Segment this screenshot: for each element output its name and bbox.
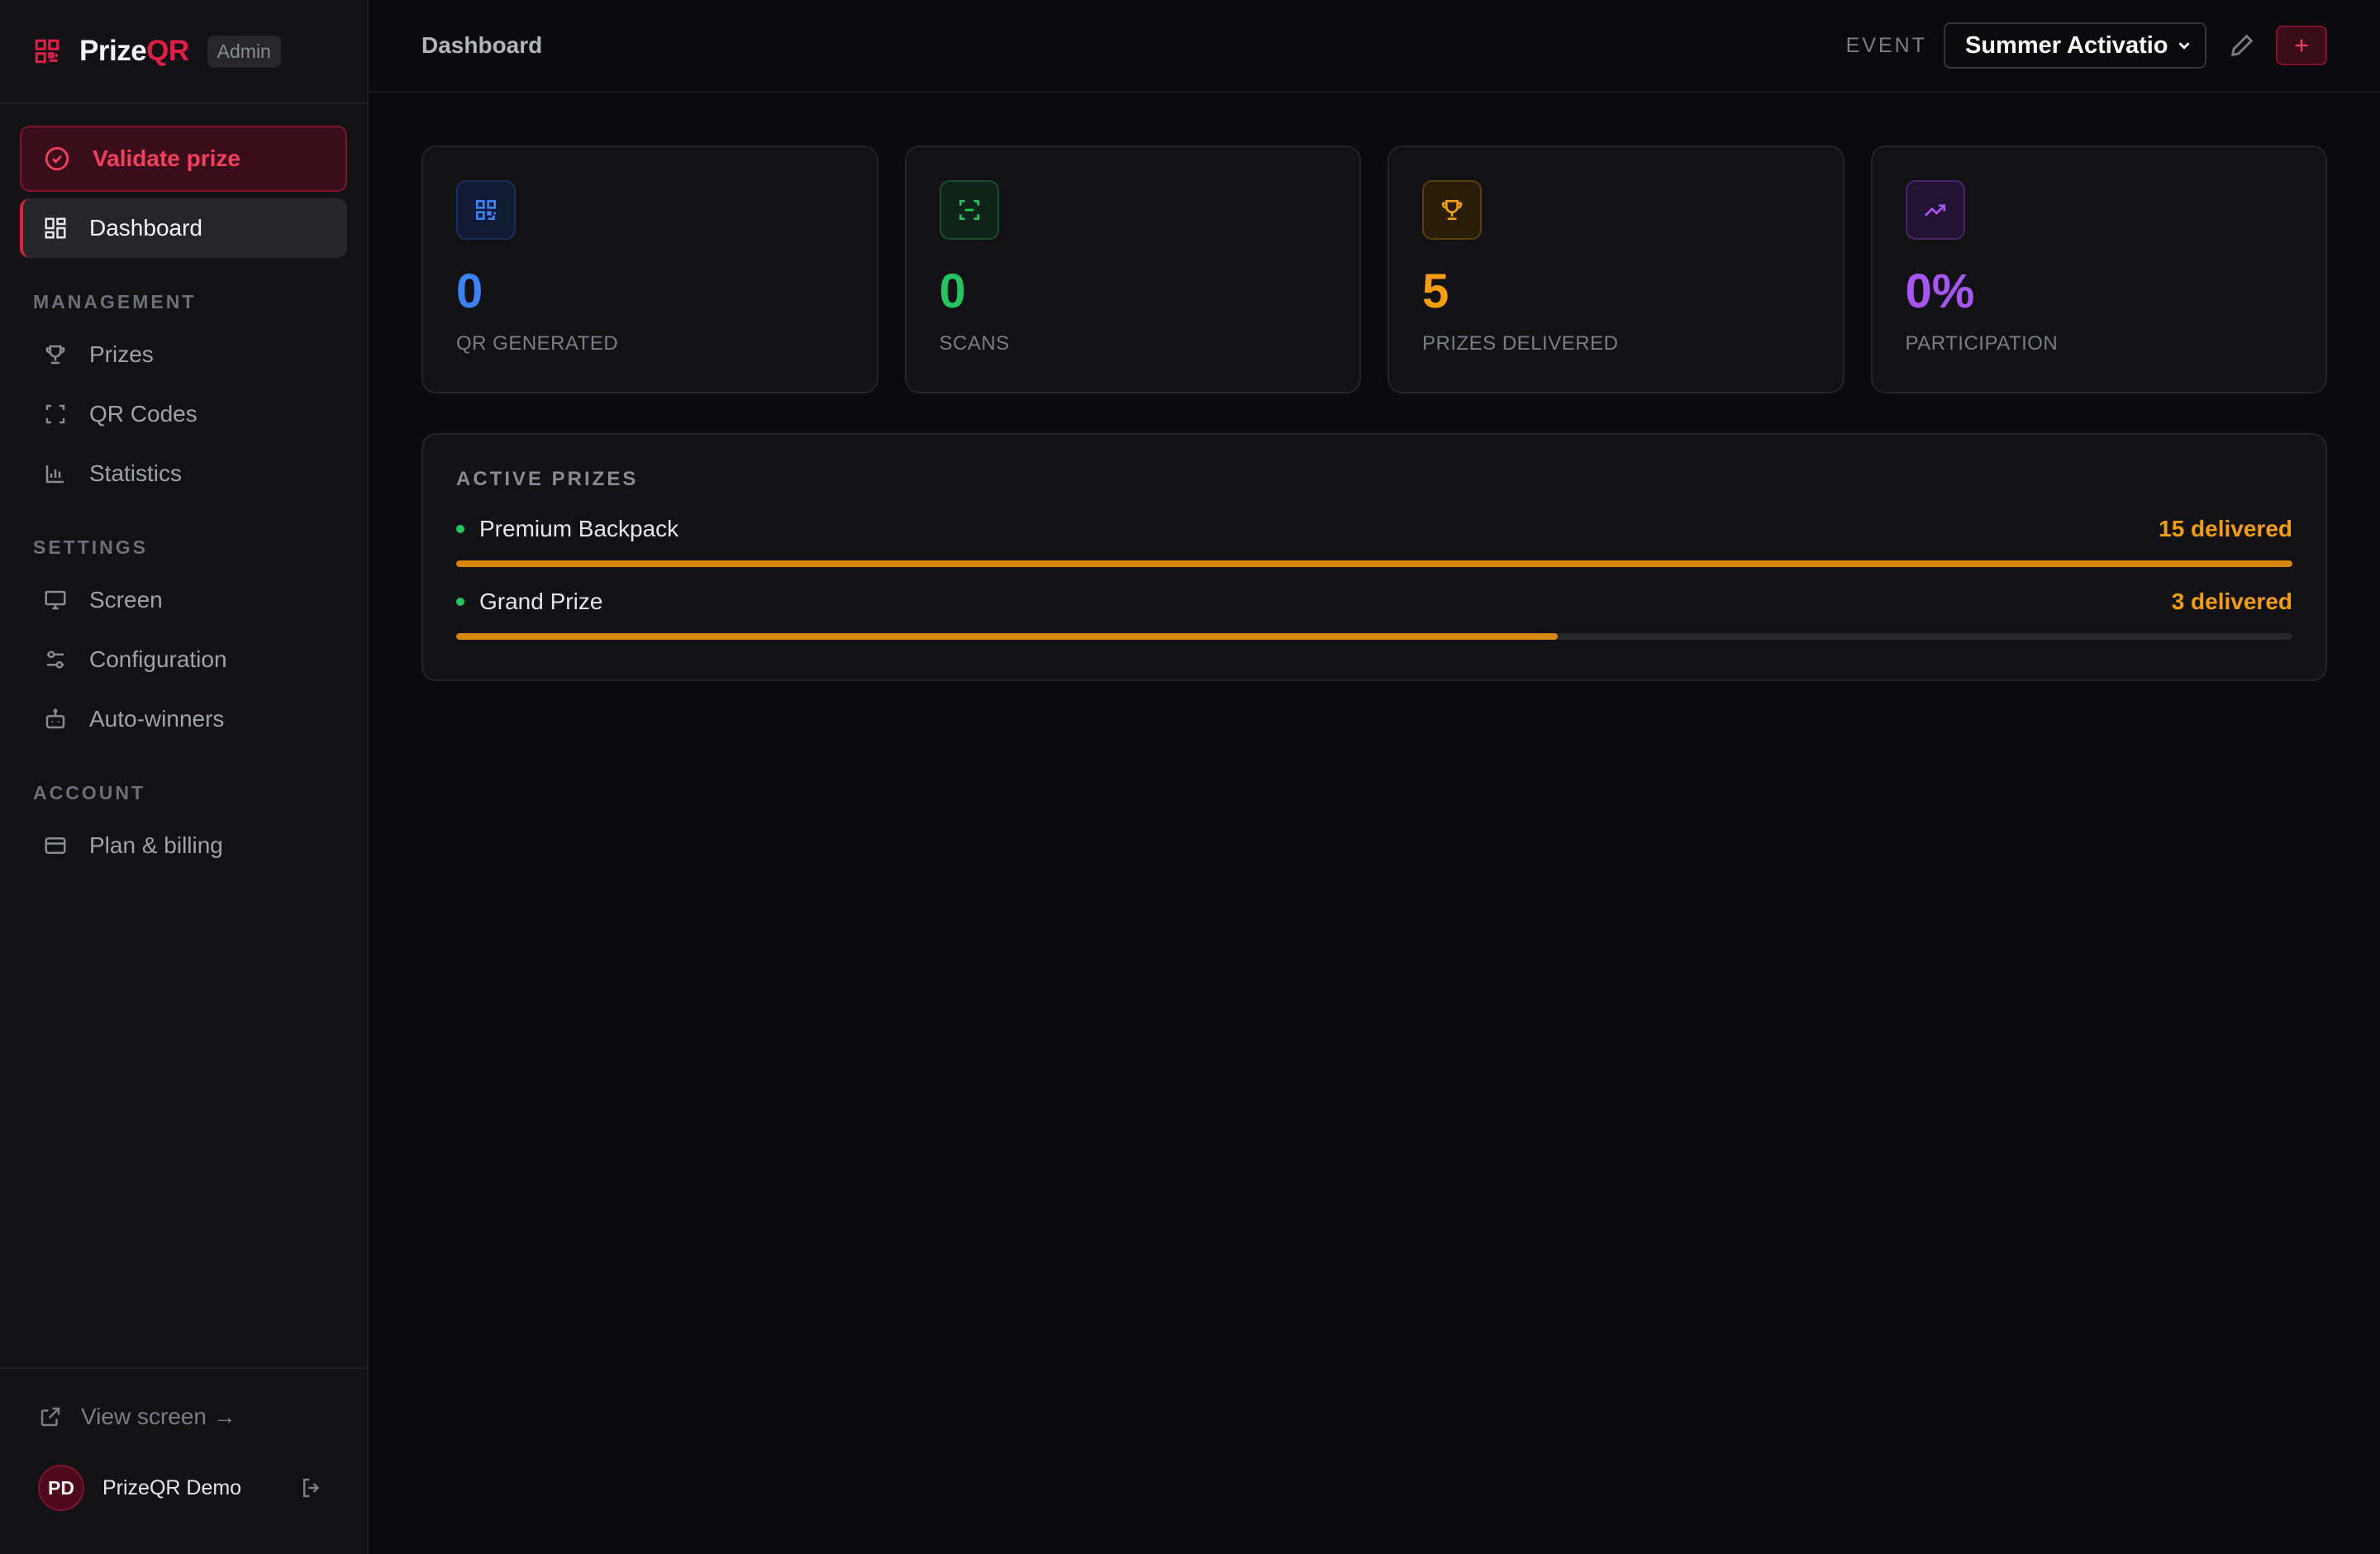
qr-icon <box>476 200 496 220</box>
dashboard-content: 0 QR GENERATED 0 SCANS 5 PRIZES DELIVERE… <box>369 93 2380 681</box>
event-select[interactable]: Summer Activation <box>1944 22 2206 69</box>
stat-card-participation: 0% PARTICIPATION <box>1870 145 2327 393</box>
stat-value: 0% <box>1905 265 1975 318</box>
brand-name: PrizeQR <box>79 35 189 67</box>
bar-chart-icon <box>45 465 64 484</box>
active-prizes-card: ACTIVE PRIZES Premium Backpack 15 delive… <box>421 433 2327 681</box>
sidebar-item-configuration[interactable]: Configuration <box>20 630 347 689</box>
sidebar-item-label: Screen <box>89 587 163 613</box>
event-select-value: Summer Activation <box>1965 31 2168 59</box>
pencil-icon[interactable] <box>2228 31 2256 60</box>
stat-icon-wrap <box>1422 180 1482 240</box>
dashboard-icon <box>45 217 66 239</box>
check-circle-icon <box>45 146 69 171</box>
monitor-icon <box>45 590 66 610</box>
progress-fill <box>456 560 2292 567</box>
sidebar-item-auto-winners[interactable]: Auto-winners <box>20 689 347 749</box>
validate-prize-label: Validate prize <box>93 145 240 171</box>
stat-card-prizes-delivered: 5 PRIZES DELIVERED <box>1388 145 1844 393</box>
sidebar-item-label: Plan & billing <box>89 832 223 858</box>
sidebar-item-qr-codes[interactable]: QR Codes <box>20 384 347 444</box>
section-label-management: MANAGEMENT <box>33 291 197 312</box>
brand: PrizeQR Admin <box>0 0 367 104</box>
main-content: Dashboard EVENT Summer Activation 0 QR G… <box>369 0 2380 1554</box>
prize-row[interactable]: Premium Backpack 15 delivered <box>456 516 2292 567</box>
sidebar-footer: View screen → PD PrizeQR Demo <box>0 1367 367 1554</box>
stat-icon-wrap <box>1905 180 1965 240</box>
credit-card-icon <box>45 837 66 854</box>
stat-value: 0 <box>456 265 483 318</box>
event-label: EVENT <box>1845 33 1927 57</box>
qr-logo-icon <box>35 39 60 64</box>
stat-value: 5 <box>1422 265 1449 318</box>
stat-label: PRIZES DELIVERED <box>1422 332 1619 355</box>
stat-icon-wrap <box>939 180 999 240</box>
user-name: PrizeQR Demo <box>102 1475 242 1499</box>
stat-card-qr-generated: 0 QR GENERATED <box>421 145 878 393</box>
status-dot <box>456 598 464 606</box>
trending-up-icon <box>1924 204 1945 217</box>
prize-row[interactable]: Grand Prize 3 delivered <box>456 589 2292 640</box>
status-dot <box>456 525 464 533</box>
sidebar-item-label: Configuration <box>89 646 227 672</box>
sidebar-item-prizes[interactable]: Prizes <box>20 325 347 384</box>
view-screen-link[interactable]: View screen → <box>38 1394 334 1440</box>
sliders-icon <box>47 651 64 669</box>
validate-prize-button[interactable]: Validate prize <box>20 126 347 192</box>
sidebar-item-label: Prizes <box>89 341 154 367</box>
chevron-down-icon <box>2178 42 2190 50</box>
prize-head: Premium Backpack 15 delivered <box>456 516 2292 542</box>
page-title: Dashboard <box>421 32 543 58</box>
sidebar-item-screen[interactable]: Screen <box>20 570 347 630</box>
sidebar-item-label: Statistics <box>89 460 183 486</box>
sidebar-item-plan-billing[interactable]: Plan & billing <box>20 816 347 875</box>
stat-icon-wrap <box>456 180 516 240</box>
sidebar: PrizeQR Admin Validate prize Dashboard M… <box>0 0 369 1554</box>
user-row: PD PrizeQR Demo <box>38 1465 334 1511</box>
scan-icon <box>45 404 65 424</box>
admin-badge: Admin <box>207 35 281 68</box>
trophy-icon <box>1441 200 1463 220</box>
section-label-settings: SETTINGS <box>33 536 149 558</box>
sidebar-item-label: Auto-winners <box>89 706 225 732</box>
trophy-icon <box>45 345 65 365</box>
sidebar-item-label: QR Codes <box>89 401 198 427</box>
sidebar-nav: Validate prize Dashboard MANAGEMENT Priz… <box>0 104 367 875</box>
prize-name: Premium Backpack <box>479 516 679 541</box>
prize-name: Grand Prize <box>479 589 603 614</box>
add-event-button[interactable] <box>2276 26 2327 65</box>
scan-icon <box>959 200 979 220</box>
external-link-icon <box>40 1407 60 1427</box>
stat-label: SCANS <box>939 332 1010 355</box>
prize-head: Grand Prize 3 delivered <box>456 589 2292 615</box>
progress-fill <box>456 633 1559 640</box>
logout-icon[interactable] <box>299 1475 324 1500</box>
avatar: PD <box>38 1465 84 1511</box>
bot-icon <box>45 708 65 729</box>
sidebar-item-label: Dashboard <box>89 215 202 241</box>
prize-delivered-count: 15 delivered <box>2159 516 2292 541</box>
progress-track <box>456 560 2292 567</box>
plus-icon <box>2295 39 2308 52</box>
prize-delivered-count: 3 delivered <box>2171 589 2292 614</box>
section-label-account: ACCOUNT <box>33 782 145 803</box>
stat-value: 0 <box>939 265 966 318</box>
sidebar-item-dashboard[interactable]: Dashboard <box>20 198 347 258</box>
active-prizes-title: ACTIVE PRIZES <box>456 468 639 490</box>
view-screen-label: View screen → <box>81 1404 236 1429</box>
stats-row: 0 QR GENERATED 0 SCANS 5 PRIZES DELIVERE… <box>421 145 2327 393</box>
stat-label: PARTICIPATION <box>1905 332 2059 355</box>
progress-track <box>456 633 2292 640</box>
stat-card-scans: 0 SCANS <box>904 145 1361 393</box>
topbar: Dashboard EVENT Summer Activation <box>369 0 2380 93</box>
stat-label: QR GENERATED <box>456 332 619 355</box>
sidebar-item-statistics[interactable]: Statistics <box>20 444 347 503</box>
